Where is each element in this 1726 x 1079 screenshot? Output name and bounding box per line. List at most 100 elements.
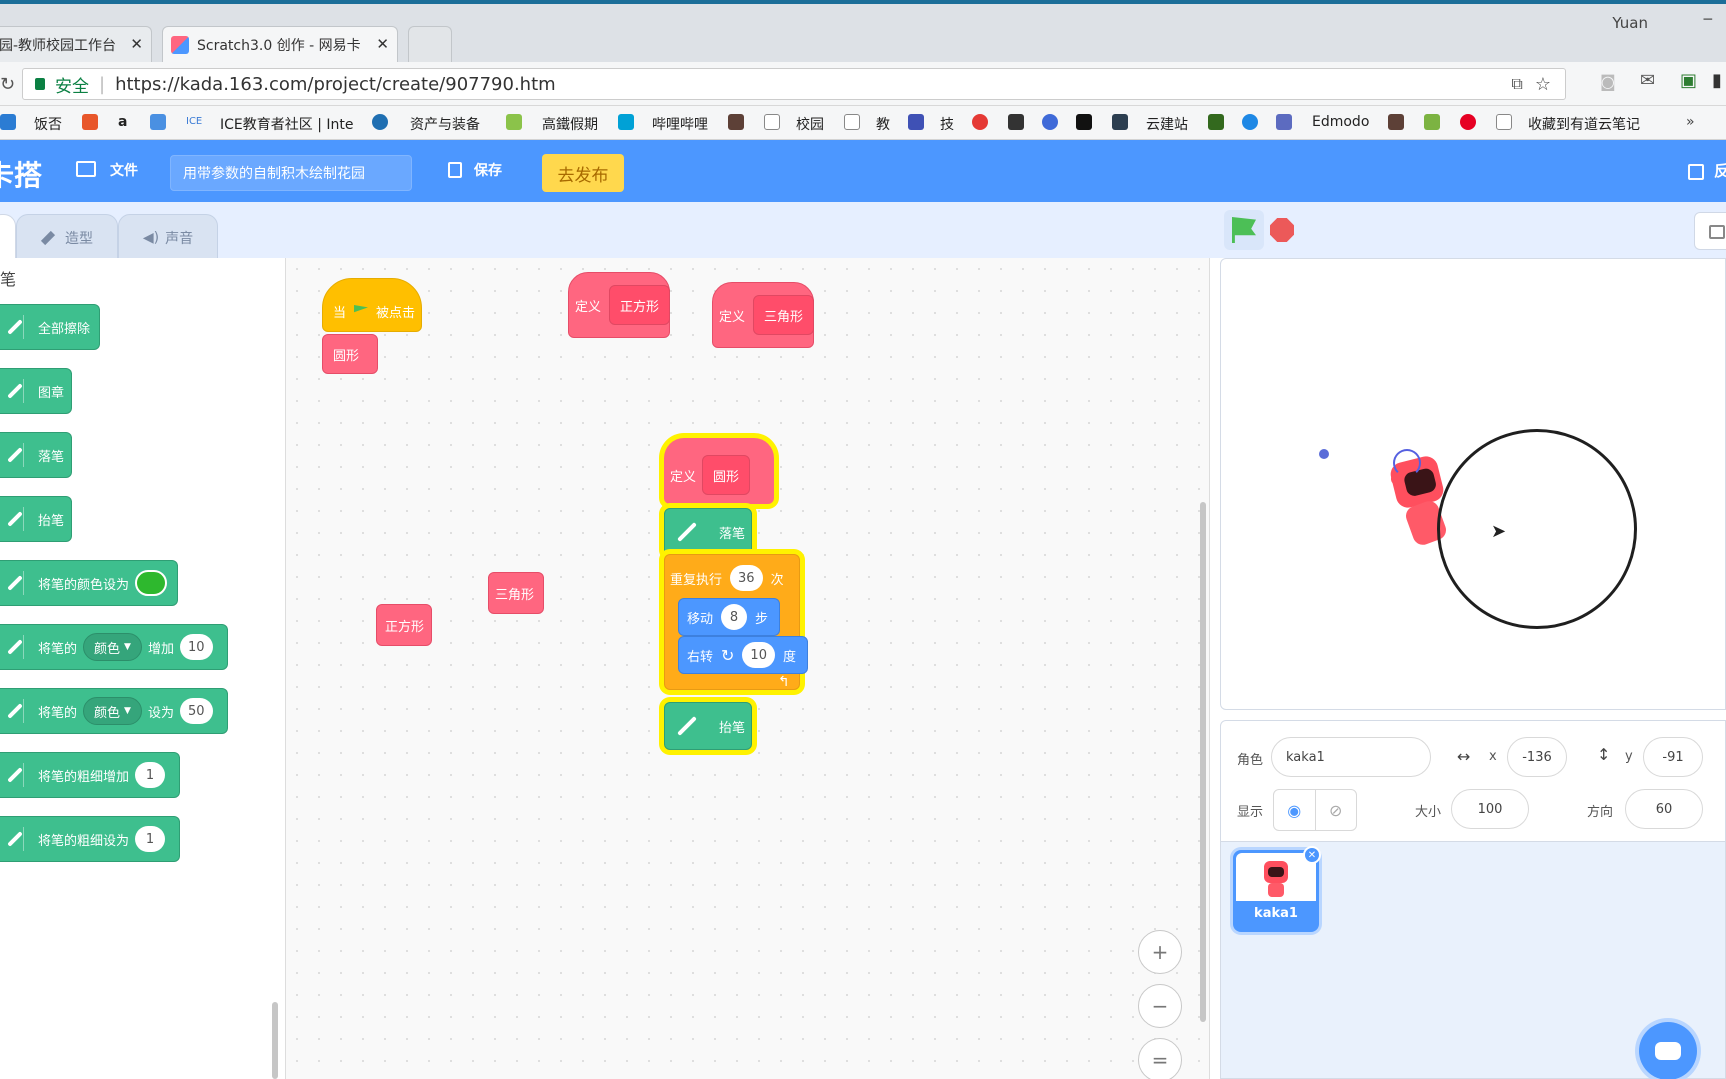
param-dropdown[interactable]: 颜色 ▼ xyxy=(83,633,142,661)
block-define-square[interactable]: 定义 正方形 xyxy=(568,272,671,338)
workspace-scrollbar[interactable] xyxy=(1200,502,1206,1022)
size-input[interactable]: 100 xyxy=(1451,789,1529,829)
block-set-pen-size[interactable]: 将笔的粗细设为 1 xyxy=(0,816,180,862)
steps-input[interactable]: 8 xyxy=(721,604,748,630)
stop-button[interactable] xyxy=(1270,218,1294,242)
publish-button[interactable]: 去发布 xyxy=(542,154,624,192)
block-pen-up[interactable]: 抬笔 xyxy=(0,496,72,542)
number-input[interactable]: 50 xyxy=(179,698,213,724)
bookmark-item[interactable]: 哔哩哔哩 xyxy=(652,114,708,134)
block-set-pen-color[interactable]: 将笔的颜色设为 xyxy=(0,560,178,606)
block-move-steps[interactable]: 移动 8 步 xyxy=(678,598,780,636)
sprite-thumbnail-kaka1[interactable]: kaka1 ✕ xyxy=(1233,846,1321,932)
zoom-in-button[interactable]: + xyxy=(1138,930,1182,974)
minimize-button[interactable]: ─ xyxy=(1704,12,1712,28)
param-dropdown[interactable]: 颜色 ▼ xyxy=(83,697,142,725)
block-define-circle[interactable]: 定义 圆形 xyxy=(670,450,751,500)
number-input[interactable]: 1 xyxy=(135,826,166,852)
x-label: x xyxy=(1489,749,1497,764)
feedback-button[interactable]: 反 xyxy=(1714,160,1726,181)
bookmark-item[interactable]: 技 xyxy=(940,114,954,134)
number-input[interactable]: 1 xyxy=(135,762,166,788)
number-input[interactable]: 10 xyxy=(179,634,213,660)
sprite-name-input[interactable]: kaka1 xyxy=(1271,737,1431,777)
bookmark-item[interactable]: 云建站 xyxy=(1146,114,1188,134)
camera-icon[interactable]: ◙ xyxy=(1600,72,1616,91)
bookmark-item[interactable]: 高鐵假期 xyxy=(542,114,598,134)
browser-tab-active[interactable]: Scratch3.0 创作 - 网易卡 ✕ xyxy=(162,26,398,62)
repeat-header: 重复执行 36 次 xyxy=(670,560,784,596)
bookmark-item[interactable]: ICE教育者社区 | Inte xyxy=(220,114,353,134)
custom-block-prototype[interactable]: 三角形 xyxy=(753,295,815,335)
custom-block-prototype[interactable]: 正方形 xyxy=(609,285,671,325)
new-tab-button[interactable] xyxy=(408,26,452,62)
file-menu[interactable]: 文件 xyxy=(110,160,138,180)
bookmark-item[interactable]: Edmodo xyxy=(1312,114,1369,130)
degrees-input[interactable]: 10 xyxy=(742,642,775,668)
block-call-triangle[interactable]: 三角形 xyxy=(488,572,544,614)
direction-input[interactable]: 60 xyxy=(1625,789,1703,829)
x-input[interactable]: -136 xyxy=(1507,737,1567,777)
save-button[interactable]: 保存 xyxy=(474,160,502,180)
block-change-pen-param[interactable]: 将笔的 颜色 ▼ 增加 10 xyxy=(0,624,228,670)
bookmark-item[interactable]: a xyxy=(118,114,127,130)
tab-code[interactable] xyxy=(0,214,16,260)
more-bookmarks-button[interactable]: » xyxy=(1686,114,1695,130)
block-call-circle[interactable]: 圆形 xyxy=(322,334,378,374)
block-pen-up[interactable]: 抬笔 xyxy=(664,702,752,750)
block-call-square[interactable]: 正方形 xyxy=(376,604,432,646)
tab-sounds-label: 声音 xyxy=(165,230,194,247)
visibility-toggle[interactable]: ◉ ⊘ xyxy=(1273,789,1357,831)
eye-icon[interactable]: ◉ xyxy=(1274,790,1316,830)
custom-block-prototype[interactable]: 圆形 xyxy=(702,455,751,495)
bookmark-item[interactable]: ICE xyxy=(186,116,202,127)
project-title-input[interactable]: 用带参数的自制积木绘制花园 xyxy=(170,155,412,191)
stage-canvas[interactable]: ➤ xyxy=(1220,258,1726,710)
tab-sounds[interactable]: ◀) 声音 xyxy=(118,214,218,260)
y-input[interactable]: -91 xyxy=(1643,737,1703,777)
block-when-flag-clicked[interactable]: 当 被点击 xyxy=(322,278,422,332)
mail-icon[interactable]: ✉ xyxy=(1640,70,1655,91)
star-icon[interactable]: ☆ xyxy=(1535,74,1551,95)
small-stage-toggle[interactable] xyxy=(1694,212,1726,250)
eye-off-icon[interactable]: ⊘ xyxy=(1316,790,1357,830)
bookmark-item[interactable]: 收藏到有道云笔记 xyxy=(1528,114,1640,134)
block-label: 次 xyxy=(770,572,784,588)
bookmark-icon xyxy=(1208,114,1224,130)
delete-sprite-icon[interactable]: ✕ xyxy=(1303,846,1321,864)
reload-icon[interactable]: ↻ xyxy=(0,74,15,95)
block-stamp[interactable]: 图章 xyxy=(0,368,72,414)
palette-scrollbar[interactable] xyxy=(272,1002,278,1079)
zoom-reset-button[interactable]: = xyxy=(1138,1038,1182,1079)
block-pen-down[interactable]: 落笔 xyxy=(664,508,752,556)
menu-icon[interactable]: ▮ xyxy=(1712,70,1722,91)
bookmark-item[interactable]: 饭否 xyxy=(34,114,62,134)
close-icon[interactable]: ✕ xyxy=(376,35,389,53)
block-change-pen-size[interactable]: 将笔的粗细增加 1 xyxy=(0,752,180,798)
block-pen-down[interactable]: 落笔 xyxy=(0,432,72,478)
url-field[interactable]: 安全 | https://kada.163.com/project/create… xyxy=(22,68,1566,100)
pen-icon xyxy=(4,635,24,659)
profile-name[interactable]: Yuan xyxy=(1612,14,1648,32)
app-header: 卡搭 文件 用带参数的自制积木绘制花园 保存 去发布 反 xyxy=(0,140,1726,202)
block-label: 右转 xyxy=(687,649,714,665)
block-set-pen-param[interactable]: 将笔的 颜色 ▼ 设为 50 xyxy=(0,688,228,734)
repeat-count-input[interactable]: 36 xyxy=(730,565,763,591)
color-swatch[interactable] xyxy=(135,570,168,596)
tab-costumes[interactable]: 造型 xyxy=(16,214,118,260)
bookmark-item[interactable]: 教 xyxy=(876,114,890,134)
close-icon[interactable]: ✕ xyxy=(130,35,143,53)
bookmark-item[interactable]: 资产与装备 xyxy=(410,114,480,134)
block-pen-clear[interactable]: 全部擦除 xyxy=(0,304,100,350)
zoom-out-button[interactable]: − xyxy=(1138,984,1182,1028)
block-define-triangle[interactable]: 定义 三角形 xyxy=(712,282,815,348)
add-sprite-button[interactable] xyxy=(1639,1022,1697,1079)
brush-icon xyxy=(40,230,56,245)
extension-icon[interactable]: ⧉ xyxy=(1511,74,1522,94)
green-flag-button[interactable] xyxy=(1224,210,1264,250)
block-turn-right[interactable]: 右转 ↻ 10 度 xyxy=(678,636,808,674)
calendar-icon[interactable]: ▣ xyxy=(1680,70,1697,91)
browser-tab-inactive[interactable]: 园-教师校园工作台 ✕ xyxy=(0,26,152,62)
bookmark-item[interactable]: 校园 xyxy=(796,114,824,134)
kada-logo[interactable]: 卡搭 xyxy=(0,154,42,194)
